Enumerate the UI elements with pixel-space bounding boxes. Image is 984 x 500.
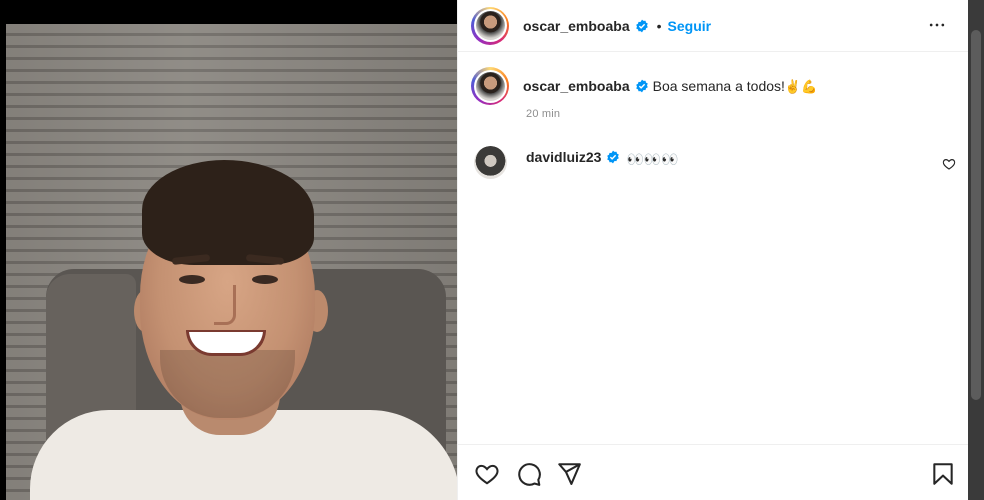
caption-author-avatar[interactable] — [471, 67, 509, 105]
comment-icon[interactable] — [516, 461, 542, 487]
comment-eyes-emoji: 👀👀👀 — [626, 151, 679, 167]
post-actions — [458, 444, 969, 500]
comment-row: davidluiz23 👀👀👀 — [474, 146, 954, 179]
commenter-username[interactable]: davidluiz23 — [526, 149, 601, 165]
post-timestamp[interactable]: 20 min — [526, 108, 560, 120]
scrollbar-thumb[interactable] — [971, 30, 981, 400]
verified-badge-icon — [635, 79, 648, 93]
follow-button[interactable]: Seguir — [668, 18, 712, 34]
hair — [142, 160, 314, 265]
muscle-emoji: 💪 — [801, 79, 818, 94]
share-icon[interactable] — [556, 461, 582, 487]
author-username[interactable]: oscar_emboaba — [523, 18, 630, 34]
heart-icon[interactable] — [474, 461, 500, 487]
more-options-icon[interactable] — [927, 15, 947, 35]
nose — [214, 285, 236, 325]
caption-author-username[interactable]: oscar_emboaba — [523, 78, 630, 94]
bookmark-icon[interactable] — [930, 461, 956, 487]
peace-emoji: ✌️ — [784, 79, 802, 94]
post-photo[interactable] — [0, 0, 457, 500]
comment-like-heart-icon[interactable] — [942, 157, 956, 171]
left-eye — [179, 275, 205, 284]
post-sidebar: oscar_emboaba • Seguir oscar_emboaba Boa… — [457, 0, 969, 500]
verified-badge-icon — [635, 19, 648, 32]
post-header: oscar_emboaba • Seguir — [458, 0, 969, 52]
avatar-image — [475, 11, 505, 40]
caption: oscar_emboaba Boa semana a todos!✌️💪 — [471, 67, 817, 105]
right-eye — [252, 275, 278, 284]
page-scrollbar[interactable] — [968, 0, 984, 500]
verified-badge-icon — [607, 150, 620, 164]
caption-text: Boa semana a todos! — [652, 78, 785, 94]
author-avatar[interactable] — [471, 6, 509, 45]
separator-dot: • — [656, 17, 662, 34]
commenter-avatar[interactable] — [474, 146, 507, 179]
